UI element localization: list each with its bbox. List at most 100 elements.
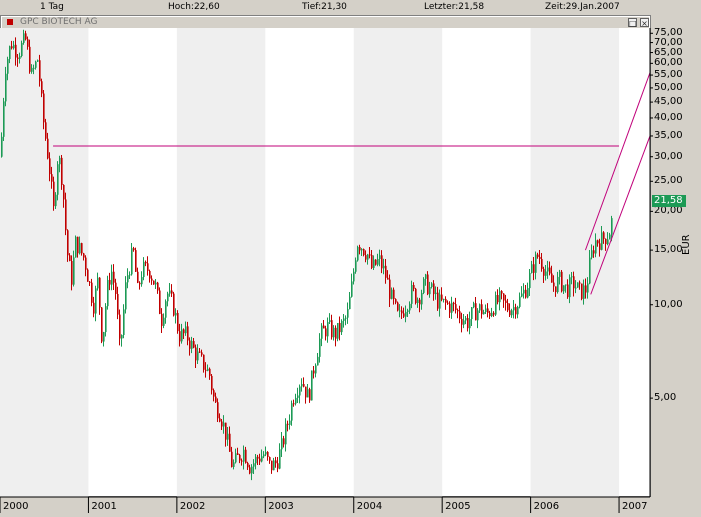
candle-body bbox=[273, 460, 275, 471]
y-tick-label: 40,00 bbox=[654, 111, 683, 123]
candle-body bbox=[351, 281, 353, 297]
candle-body bbox=[37, 60, 39, 62]
candle-body bbox=[559, 271, 561, 277]
candle-body bbox=[289, 420, 291, 425]
candle-body bbox=[361, 249, 363, 251]
candle-body bbox=[495, 295, 497, 315]
candle-body bbox=[535, 254, 537, 273]
candle-body bbox=[393, 289, 395, 300]
candle-body bbox=[27, 39, 29, 47]
candle-body bbox=[401, 310, 403, 314]
candle-body bbox=[557, 276, 559, 293]
candle-body bbox=[145, 261, 147, 264]
candle-body bbox=[277, 463, 279, 469]
candle-body bbox=[293, 403, 295, 405]
candle-body bbox=[579, 282, 581, 284]
candle-body bbox=[199, 351, 201, 353]
candle-body bbox=[215, 396, 217, 403]
candle-body bbox=[151, 278, 153, 281]
x-tick-label: 2000 bbox=[3, 501, 29, 512]
candle-body bbox=[485, 308, 487, 313]
candle-body bbox=[281, 438, 283, 450]
candle-body bbox=[409, 303, 411, 311]
price-chart bbox=[0, 28, 653, 513]
candle-body bbox=[31, 67, 33, 72]
x-tick-label: 2002 bbox=[179, 501, 206, 512]
candle-body bbox=[363, 249, 365, 256]
candle-body bbox=[365, 255, 367, 260]
candle-body bbox=[501, 291, 503, 294]
candle-body bbox=[581, 283, 583, 299]
candle-body bbox=[391, 289, 393, 299]
candle-body bbox=[453, 302, 455, 305]
candle-body bbox=[437, 292, 439, 309]
candle-body bbox=[267, 451, 269, 458]
candle-body bbox=[607, 239, 609, 245]
candle-body bbox=[285, 423, 287, 445]
candle-body bbox=[451, 302, 453, 313]
candle-body bbox=[585, 285, 587, 293]
candle-body bbox=[13, 44, 15, 49]
candle-body bbox=[135, 250, 137, 272]
candle-body bbox=[339, 322, 341, 333]
x-tick-label: 2005 bbox=[445, 501, 471, 512]
candle-body bbox=[397, 302, 399, 311]
candle-body bbox=[167, 293, 169, 302]
candle-body bbox=[571, 276, 573, 278]
candle-body bbox=[197, 351, 199, 361]
candle-body bbox=[483, 312, 485, 315]
candle-body bbox=[523, 289, 525, 294]
candle-body bbox=[385, 265, 387, 278]
candle-body bbox=[493, 312, 495, 315]
candle-body bbox=[541, 258, 543, 269]
candle-body bbox=[35, 61, 37, 68]
year-band bbox=[530, 28, 620, 497]
candle-body bbox=[577, 282, 579, 288]
candle-body bbox=[573, 276, 575, 289]
candle-body bbox=[153, 280, 155, 285]
candle-body bbox=[539, 256, 541, 259]
candle-body bbox=[271, 460, 273, 471]
candle-body bbox=[29, 46, 31, 72]
candle-body bbox=[489, 312, 491, 317]
x-tick-label: 2003 bbox=[268, 501, 294, 512]
y-tick-label: 15,00 bbox=[654, 244, 683, 256]
candle-body bbox=[45, 122, 47, 139]
candle-body bbox=[509, 310, 511, 316]
candle-body bbox=[609, 234, 611, 240]
candle-body bbox=[611, 218, 613, 235]
candle-body bbox=[575, 287, 577, 289]
candle-body bbox=[97, 277, 99, 289]
candle-body bbox=[521, 293, 523, 297]
candle-body bbox=[43, 93, 45, 123]
candle-body bbox=[431, 283, 433, 287]
candle-body bbox=[537, 254, 539, 257]
candle-body bbox=[587, 283, 589, 293]
candle-body bbox=[295, 397, 297, 404]
candle-body bbox=[61, 157, 63, 185]
candle-body bbox=[81, 243, 83, 254]
candle-body bbox=[65, 199, 67, 231]
candle-body bbox=[549, 267, 551, 274]
candle-body bbox=[347, 309, 349, 318]
candle-body bbox=[407, 310, 409, 312]
candle-body bbox=[33, 67, 35, 69]
candle-body bbox=[213, 390, 215, 397]
candle-body bbox=[109, 279, 111, 285]
candle-body bbox=[99, 277, 101, 308]
candle-body bbox=[67, 230, 69, 256]
candle-body bbox=[253, 463, 255, 467]
candle-body bbox=[315, 365, 317, 374]
candle-body bbox=[447, 302, 449, 304]
x-tick-label: 2001 bbox=[91, 501, 117, 512]
candle-body bbox=[367, 254, 369, 260]
candle-body bbox=[553, 282, 555, 287]
candle-body bbox=[11, 46, 13, 49]
candle-body bbox=[231, 451, 233, 467]
candle-body bbox=[505, 300, 507, 304]
candle-body bbox=[533, 264, 535, 273]
candle-body bbox=[343, 318, 345, 321]
candle-body bbox=[605, 238, 607, 245]
candle-body bbox=[413, 284, 415, 289]
candle-body bbox=[223, 422, 225, 427]
